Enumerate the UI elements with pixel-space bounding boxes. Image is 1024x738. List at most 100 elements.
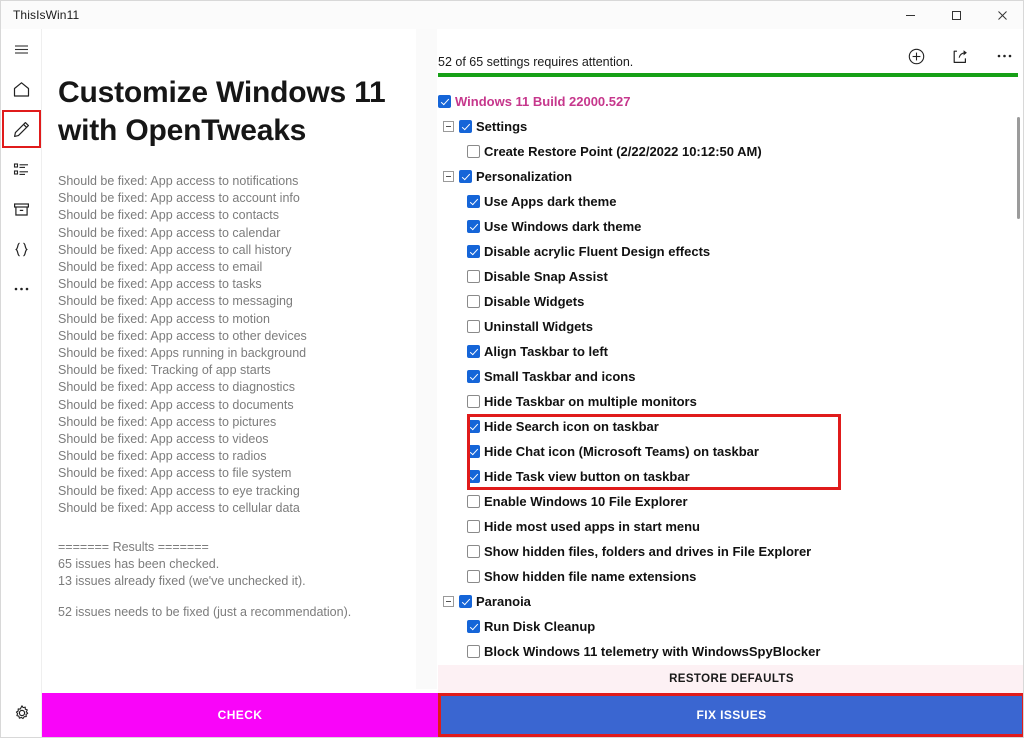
braces-icon [12,240,31,259]
hamburger-menu-icon[interactable] [1,29,42,69]
tree-item-label: Use Apps dark theme [484,194,617,209]
collapse-expand-icon[interactable] [443,171,454,182]
checkbox-checked[interactable] [467,245,480,258]
tree-scrollbar[interactable] [1017,117,1020,687]
tree-item[interactable]: Align Taskbar to left [438,339,1016,364]
tree-item[interactable]: Hide Search icon on taskbar [438,414,1016,439]
issue-line: Should be fixed: App access to diagnosti… [58,380,295,395]
checkbox-checked[interactable] [467,620,480,633]
close-icon[interactable] [979,1,1023,29]
checkbox-checked[interactable] [467,445,480,458]
collapse-expand-icon[interactable] [443,596,454,607]
checkbox-unchecked[interactable] [467,320,480,333]
checkbox-unchecked[interactable] [467,570,480,583]
issue-line: Should be fixed: Tracking of app starts [58,363,271,378]
tree-item[interactable]: Use Windows dark theme [438,214,1016,239]
window-title: ThisIsWin11 [13,8,80,22]
checkbox-unchecked[interactable] [467,645,480,658]
attention-text: 52 of 65 settings requires attention. [438,55,634,69]
sidebar-item-more[interactable] [1,269,42,309]
maximize-icon[interactable] [933,1,979,29]
tree-group[interactable]: Paranoia [438,589,1016,614]
tree-item[interactable]: Small Taskbar and icons [438,364,1016,389]
issue-line: Should be fixed: App access to calendar [58,225,281,240]
tree-item[interactable]: Hide Task view button on taskbar [438,464,1016,489]
sidebar-item-apps[interactable] [1,149,42,189]
pane-divider-strip [416,29,437,689]
tree-node-root[interactable]: Windows 11 Build 22000.527 [438,89,1016,114]
tree-item-label: Use Windows dark theme [484,219,642,234]
tree-item-label: Hide Task view button on taskbar [484,469,690,484]
app-window: ThisIsWin11 Customize Windows 11 with Op… [0,0,1024,738]
issue-line: Should be fixed: App access to tasks [58,277,262,292]
sidebar-item-packages[interactable] [1,189,42,229]
checkbox-checked[interactable] [467,345,480,358]
tree-item-label: Disable Snap Assist [484,269,608,284]
progress-bar [438,73,1018,77]
checkbox-unchecked[interactable] [467,395,480,408]
checkbox-checked[interactable] [467,195,480,208]
checkbox-unchecked[interactable] [467,145,480,158]
check-button[interactable]: CHECK [42,693,438,737]
tree-item[interactable]: Disable Widgets [438,289,1016,314]
tree-item[interactable]: Run Disk Cleanup [438,614,1016,639]
tree-item-label: Disable acrylic Fluent Design effects [484,244,711,259]
tree-group[interactable]: Settings [438,114,1016,139]
checkbox-checked[interactable] [459,595,472,608]
right-content-pane: 52 of 65 settings requires attention. Wi… [416,29,1023,689]
package-icon [12,200,31,219]
tree-item[interactable]: Show hidden files, folders and drives in… [438,539,1016,564]
home-icon [12,80,31,99]
checkbox-unchecked[interactable] [467,520,480,533]
tree-item[interactable]: Disable acrylic Fluent Design effects [438,239,1016,264]
tree-group-label: Personalization [476,169,573,184]
checkbox-checked[interactable] [467,220,480,233]
checkbox-checked[interactable] [459,120,472,133]
restore-defaults-button[interactable]: RESTORE DEFAULTS [438,665,1023,693]
list-icon [12,160,31,179]
results-spacer [58,591,416,604]
checkbox-unchecked[interactable] [467,495,480,508]
tree-item-label: Hide most used apps in start menu [484,519,700,534]
tree-item-label: Hide Search icon on taskbar [484,419,659,434]
sidebar-item-scripts[interactable] [1,229,42,269]
tree-group[interactable]: Personalization [438,164,1016,189]
tree-item[interactable]: Disable Snap Assist [438,264,1016,289]
tree-node-root-label: Windows 11 Build 22000.527 [455,94,631,109]
minimize-icon[interactable] [887,1,933,29]
tree-item[interactable]: Use Apps dark theme [438,189,1016,214]
window-controls [887,1,1023,29]
tree-item[interactable]: Hide Chat icon (Microsoft Teams) on task… [438,439,1016,464]
tree-item-label: Hide Chat icon (Microsoft Teams) on task… [484,444,759,459]
collapse-expand-icon[interactable] [443,121,454,132]
issue-line: Should be fixed: App access to contacts [58,208,279,223]
checkbox-checked[interactable] [467,420,480,433]
issue-line: Should be fixed: App access to account i… [58,191,300,206]
checkbox-unchecked[interactable] [467,545,480,558]
tree-item-label: Show hidden file name extensions [484,569,697,584]
tree-item[interactable]: Block Windows 11 telemetry with WindowsS… [438,639,1016,664]
tree-item-label: Uninstall Widgets [484,319,593,334]
fix-issues-button[interactable]: FIX ISSUES [438,693,1023,737]
results-line: 13 issues already fixed (we've unchecked… [58,574,306,589]
tree-item[interactable]: Hide Taskbar on multiple monitors [438,389,1016,414]
checkbox-checked[interactable] [467,470,480,483]
checkbox-checked[interactable] [438,95,451,108]
tree-item[interactable]: Hide most used apps in start menu [438,514,1016,539]
issue-line: Should be fixed: App access to messaging [58,294,293,309]
tree-item-label: Show hidden files, folders and drives in… [484,544,812,559]
sidebar-item-tweaks[interactable] [1,109,42,149]
issues-list: Should be fixed: App access to notificat… [58,173,416,517]
tree-group-label: Settings [476,119,528,134]
scrollbar-thumb[interactable] [1017,117,1020,219]
tree-item[interactable]: Uninstall Widgets [438,314,1016,339]
tree-item[interactable]: Create Restore Point (2/22/2022 10:12:50… [438,139,1016,164]
issue-line: Should be fixed: App access to videos [58,432,269,447]
checkbox-checked[interactable] [467,370,480,383]
tree-item[interactable]: Show hidden file name extensions [438,564,1016,589]
tree-item[interactable]: Enable Windows 10 File Explorer [438,489,1016,514]
checkbox-unchecked[interactable] [467,270,480,283]
checkbox-unchecked[interactable] [467,295,480,308]
sidebar-item-home[interactable] [1,69,42,109]
checkbox-checked[interactable] [459,170,472,183]
